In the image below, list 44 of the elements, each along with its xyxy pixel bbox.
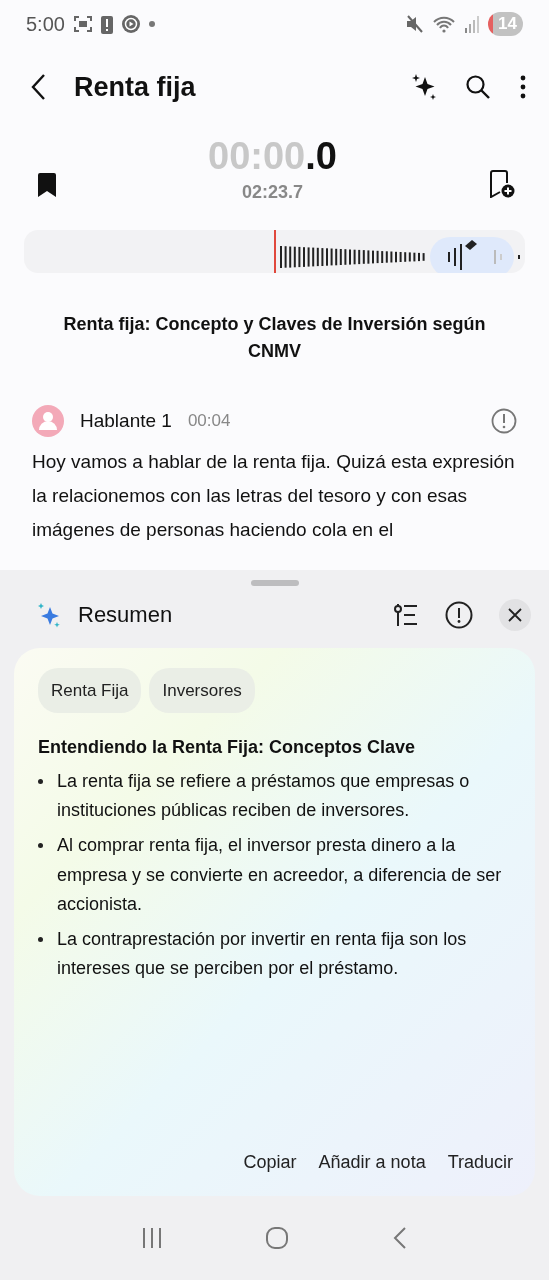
dot-icon [148,21,155,28]
bullet-icon [38,843,43,849]
summary-heading: Entendiendo la Renta Fija: Conceptos Clave [38,737,417,760]
close-button[interactable] [499,599,531,631]
summary-title: Resumen [78,601,173,630]
signal-icon [464,14,481,35]
bookmark-button[interactable] [36,171,58,198]
duration-text: 02:23.7 [241,180,304,204]
filter-button[interactable] [393,602,419,628]
mute-icon [406,14,425,35]
recording-title: Renta fija: Concepto y Claves de Inversión según CNMV [62,313,487,363]
battery-alert-icon [100,14,113,35]
bullet-icon [38,936,43,942]
report-button[interactable] [445,601,473,629]
battery-level-badge: 14 [488,12,523,37]
drag-handle[interactable] [250,580,299,586]
back-nav-button[interactable] [391,1226,408,1250]
tag-chip[interactable]: Inversores [149,668,255,714]
search-button[interactable] [465,74,491,101]
timestamp-text: 00:04 [187,410,231,433]
bullet-icon [38,779,43,785]
more-options-button[interactable] [519,75,527,100]
transcript-text: Hoy vamos a hablar de la renta fija. Quizá esta expresión la relacionemos con las letras del tesoro y con esas imágenes de personas haciendo cola en el [32,450,516,542]
sparkle-icon [36,602,62,628]
close-icon [508,608,522,622]
clock-text: 5:00 [26,12,65,38]
add-bookmark-button[interactable] [487,169,515,198]
play-icon [120,14,141,35]
action-link[interactable]: Añadir a nota [318,1149,426,1176]
screenshot-icon [72,14,93,35]
app-title: Renta fija [74,71,196,104]
action-link[interactable]: Traducir [447,1149,513,1176]
info-button[interactable] [491,408,517,434]
recent-apps-button[interactable] [141,1228,164,1248]
bullet-text: La contraprestación por invertir en renta fija son los intereses que se perciben por el préstamo. [57,927,468,980]
avatar-icon [32,405,64,437]
bullet-text: La renta fija se refiere a préstamos que empresas o instituciones públicas reciben de inversores. [57,770,471,823]
bullet-text: Al comprar renta fija, el inversor presta dinero a la empresa y se convierte en acreedor, a diferencia de ser accionista. [57,834,503,916]
speaker-name: Hablante 1 [80,408,172,433]
wifi-icon [432,14,457,35]
action-link[interactable]: Copiar [243,1149,297,1176]
tag-chip[interactable]: Renta Fija [38,668,142,714]
sparkle-button[interactable] [411,73,437,102]
home-button[interactable] [265,1226,290,1250]
